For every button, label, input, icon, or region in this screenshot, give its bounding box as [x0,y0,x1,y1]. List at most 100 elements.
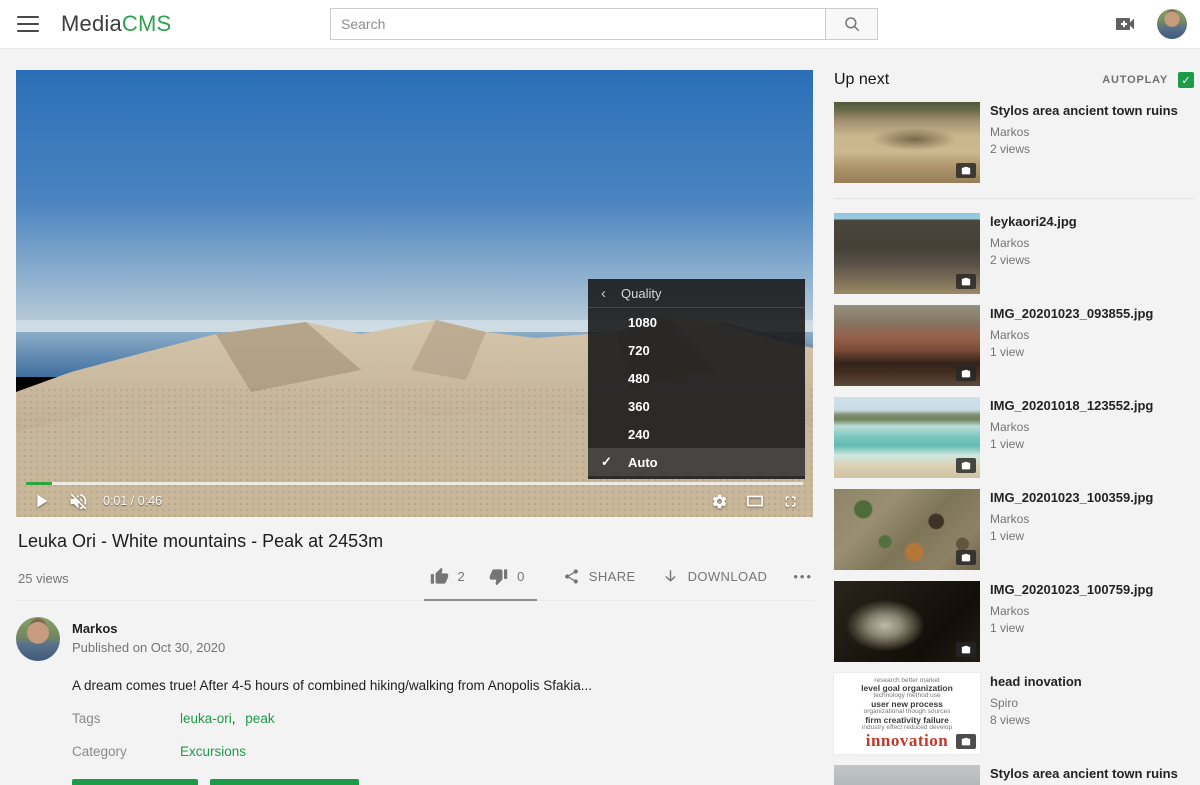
gear-icon [711,493,728,510]
media-item-views: 1 view [990,437,1153,451]
up-next-item[interactable]: IMG_20201018_123552.jpg Markos 1 view [834,397,1194,478]
download-button[interactable]: DOWNLOAD [662,568,768,585]
mediacms-page: MediaCMS [0,0,1200,785]
more-options-button[interactable]: ••• [793,569,813,584]
media-item-title[interactable]: Stylos area ancient town ruins [990,103,1178,120]
up-next-item[interactable]: research better marketlevel goal organiz… [834,673,1194,754]
media-actions: 2 0 SHARE DOWNLOAD [424,567,814,586]
quality-option[interactable]: 1080 [588,308,805,336]
delete-media-button[interactable]: DELETE MEDIA [210,779,358,785]
camera-icon [956,366,976,381]
publish-date: Published on Oct 30, 2020 [72,640,225,655]
play-button[interactable] [30,490,52,512]
check-icon: ✓ [1181,74,1190,87]
autoplay-checkbox[interactable]: ✓ [1178,72,1194,88]
media-item-views: 2 views [990,253,1077,267]
quality-option[interactable]: 480 [588,364,805,392]
fullscreen-button[interactable] [782,493,799,510]
quality-option[interactable]: 360 [588,392,805,420]
camera-icon [956,642,976,657]
share-button[interactable]: SHARE [563,568,636,585]
media-item-title[interactable]: IMG_20201023_100359.jpg [990,490,1153,507]
up-next-item[interactable]: leykaori24.jpg Markos 2 views [834,213,1194,294]
user-avatar[interactable] [1157,9,1187,39]
up-next-item[interactable]: IMG_20201023_100359.jpg Markos 1 view [834,489,1194,570]
author-row: Markos Published on Oct 30, 2020 [16,617,813,661]
media-item-author[interactable]: Markos [990,328,1153,342]
media-description: A dream comes true! After 4-5 hours of c… [72,678,813,693]
dislike-button[interactable]: 0 [489,567,525,586]
up-next-item[interactable]: IMG_20201023_093855.jpg Markos 1 view [834,305,1194,386]
download-label: DOWNLOAD [688,569,768,584]
thumb-up-icon [430,567,449,586]
up-next-item[interactable]: IMG_20201023_100759.jpg Markos 1 view [834,581,1194,662]
tag-link[interactable]: leuka-ori [180,711,232,726]
media-item-title[interactable]: IMG_20201023_093855.jpg [990,306,1153,323]
quality-option[interactable]: 240 [588,420,805,448]
author-name[interactable]: Markos [72,621,225,636]
theater-mode-icon [745,491,765,511]
up-next-divider [834,198,1194,199]
media-item-views: 1 view [990,529,1153,543]
player-controls: 0:01 / 0:46 [16,485,813,517]
ratings-group: 2 0 [424,567,537,601]
media-item-title[interactable]: IMG_20201018_123552.jpg [990,398,1153,415]
media-thumbnail[interactable] [834,102,980,183]
media-thumbnail[interactable] [834,581,980,662]
up-next-item[interactable]: Stylos area ancient town ruins [834,765,1194,785]
media-item-author[interactable]: Markos [990,236,1077,250]
media-thumbnail[interactable] [834,765,980,785]
media-item-title[interactable]: IMG_20201023_100759.jpg [990,582,1153,599]
settings-button[interactable] [711,493,728,510]
manage-buttons: EDIT MEDIA DELETE MEDIA [72,779,813,785]
camera-icon [956,458,976,473]
edit-media-button[interactable]: EDIT MEDIA [72,779,198,785]
download-icon [662,568,679,585]
up-next-item[interactable]: Stylos area ancient town ruins Markos 2 … [834,102,1194,183]
up-next-list: Stylos area ancient town ruins Markos 2 … [834,102,1194,785]
category-link[interactable]: Excursions [180,744,246,759]
media-item-author[interactable]: Markos [990,604,1153,618]
upload-media-button[interactable] [1113,12,1137,36]
camera-icon [956,734,976,749]
like-count: 2 [458,569,466,584]
media-meta-row: 25 views 2 0 SHARE [16,567,813,601]
app-header: MediaCMS [0,0,1200,49]
category-label: Category [72,744,180,759]
quality-option[interactable]: 720 [588,336,805,364]
hamburger-icon [17,16,39,18]
media-title: Leuka Ori - White mountains - Peak at 24… [18,531,813,552]
media-item-author[interactable]: Markos [990,512,1153,526]
search-input[interactable] [330,8,826,40]
thumb-down-icon [489,567,508,586]
media-item-title[interactable]: head inovation [990,674,1082,691]
media-thumbnail[interactable] [834,305,980,386]
theater-mode-button[interactable] [745,491,765,511]
camera-icon [956,550,976,565]
logo[interactable]: MediaCMS [61,11,171,37]
media-thumbnail[interactable]: research better marketlevel goal organiz… [834,673,980,754]
media-item-author[interactable]: Markos [990,420,1153,434]
media-thumbnail[interactable] [834,397,980,478]
author-avatar[interactable] [16,617,60,661]
time-display: 0:01 / 0:46 [103,494,162,508]
mute-button[interactable] [68,491,89,512]
tags-row: Tags leuka-ori, peak [72,711,813,726]
like-button[interactable]: 2 [430,567,466,586]
media-thumbnail[interactable] [834,213,980,294]
share-label: SHARE [589,569,636,584]
search-form [330,8,878,40]
quality-menu-header[interactable]: ‹ Quality [588,279,805,308]
media-item-title[interactable]: Stylos area ancient town ruins [990,766,1178,783]
media-item-title[interactable]: leykaori24.jpg [990,214,1077,231]
video-player[interactable]: ‹ Quality 1080720480360240✓Auto 0:01 / 0… [16,70,813,517]
menu-button[interactable] [17,16,39,32]
media-item-author[interactable]: Spiro [990,696,1082,710]
search-button[interactable] [825,8,878,40]
tag-link[interactable]: peak [245,711,274,726]
quality-option[interactable]: ✓Auto [588,448,805,476]
quality-options: 1080720480360240✓Auto [588,308,805,476]
check-icon: ✓ [601,454,617,470]
media-thumbnail[interactable] [834,489,980,570]
media-item-author[interactable]: Markos [990,125,1178,139]
